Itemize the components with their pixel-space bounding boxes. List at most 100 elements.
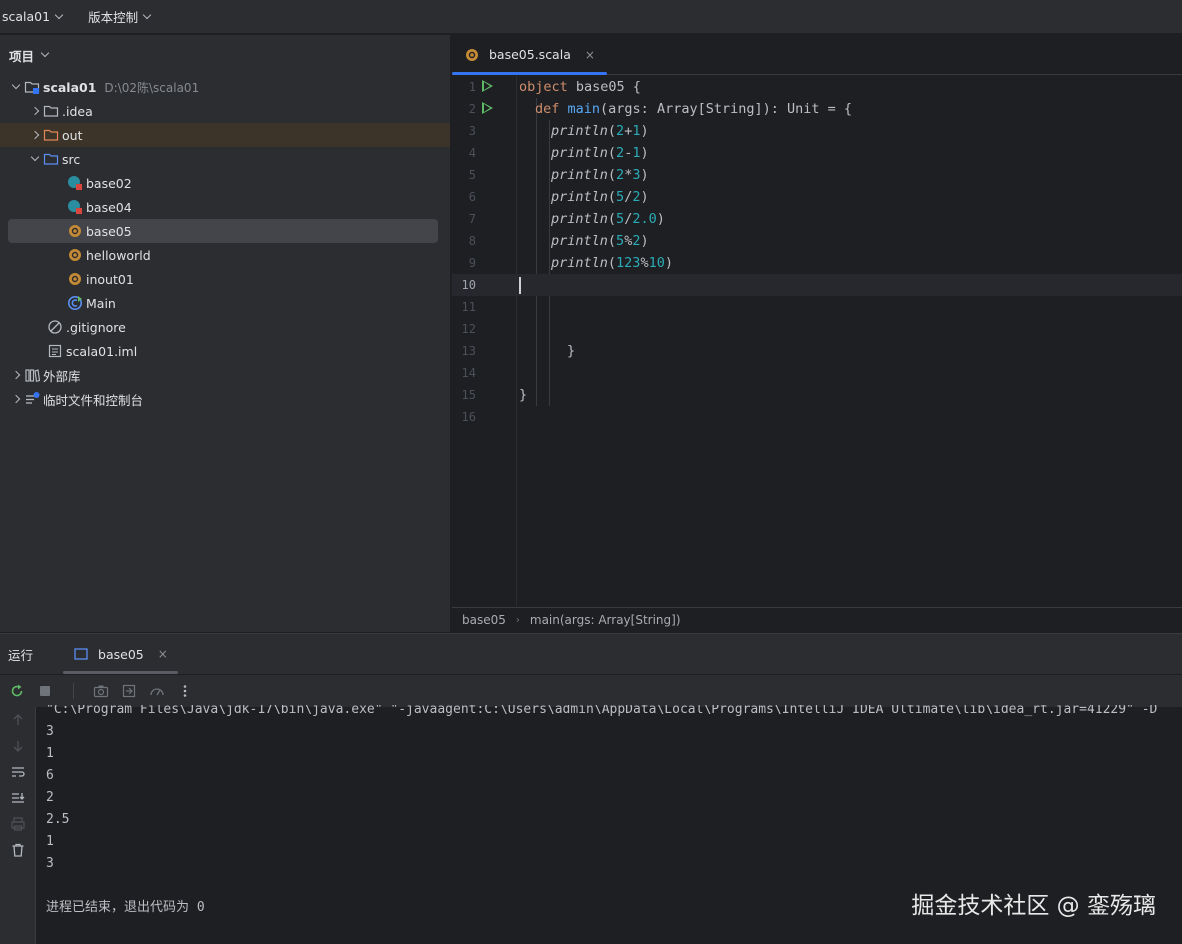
tree-label-scratches: 临时文件和控制台 — [43, 392, 144, 408]
console-line: 1 — [46, 834, 54, 849]
chevron-right-icon[interactable] — [8, 367, 24, 383]
vcs-menu-label: 版本控制 — [88, 10, 139, 25]
code-line: 14 — [452, 362, 1182, 384]
code-line: 2 def main(args: Array[String]): Unit = … — [452, 98, 1182, 120]
breadcrumb: base05 › main(args: Array[String]) — [452, 607, 1182, 632]
tree-node-src[interactable]: src — [0, 147, 450, 171]
chevron-down-icon — [54, 10, 64, 19]
editor-area: base05.scala × 1 object base05 { 2 def m… — [452, 35, 1182, 632]
run-toolbar — [0, 675, 1182, 707]
run-panel-title: 运行 — [8, 647, 34, 663]
code-text: println(2-1) — [551, 145, 649, 161]
restore-layout-icon[interactable] — [120, 682, 138, 700]
code-line: 1 object base05 { — [452, 76, 1182, 98]
java-class-runnable-icon — [67, 295, 83, 311]
console-line: 6 — [46, 768, 54, 783]
tree-node-iml[interactable]: scala01.iml — [0, 339, 450, 363]
vcs-menu[interactable]: 版本控制 — [86, 0, 160, 33]
code-text: println(2*3) — [551, 167, 649, 183]
chevron-right-icon[interactable] — [27, 103, 43, 119]
soft-wrap-icon[interactable] — [0, 759, 36, 785]
run-tab-label: base05 — [98, 646, 144, 662]
code-line: 9 println(123%10) — [452, 252, 1182, 274]
console-line: 3 — [46, 856, 54, 871]
code-line: 4 println(2-1) — [452, 142, 1182, 164]
tree-label-idea: .idea — [62, 103, 93, 119]
tree-node-base04[interactable]: base04 — [0, 195, 450, 219]
tree-node-helloworld[interactable]: helloworld — [0, 243, 450, 267]
chevron-right-icon[interactable] — [27, 127, 43, 143]
scroll-to-end-icon[interactable] — [0, 785, 36, 811]
scala-class-error-icon — [67, 175, 83, 191]
line-number: 13 — [461, 344, 476, 358]
camera-icon[interactable] — [92, 682, 110, 700]
scala-object-icon — [464, 47, 480, 63]
scroll-up-icon[interactable] — [0, 707, 36, 733]
console-command-line: "C:\Program Files\Java\jdk-17\bin\java.e… — [46, 705, 1158, 717]
more-options-icon[interactable] — [176, 682, 194, 700]
code-text: println(2+1) — [551, 123, 649, 139]
scroll-down-icon[interactable] — [0, 733, 36, 759]
line-number: 9 — [468, 256, 476, 270]
code-editor[interactable]: 1 object base05 { 2 def main(args: Array… — [452, 76, 1182, 606]
tree-node-external-libraries[interactable]: 外部库 — [0, 363, 450, 387]
scratches-icon — [24, 391, 40, 407]
chevron-right-icon[interactable] — [8, 391, 24, 407]
run-gutter-icon[interactable] — [482, 80, 493, 92]
tree-node-base05[interactable]: base05 — [8, 219, 438, 243]
chevron-down-icon[interactable] — [8, 79, 24, 95]
chevron-down-icon[interactable] — [27, 151, 43, 167]
run-gutter-icon[interactable] — [482, 102, 493, 114]
code-text: } — [519, 387, 528, 403]
run-tool-window: 运行 base05 × "C:\Program Files\Java\jdk-1… — [0, 633, 1182, 944]
tree-label-iml: scala01.iml — [66, 343, 138, 359]
tree-label-gitignore: .gitignore — [66, 319, 126, 335]
tree-node-out[interactable]: out — [0, 123, 450, 147]
line-number: 11 — [461, 300, 476, 314]
stop-icon[interactable] — [36, 682, 54, 700]
tree-label-file: helloworld — [86, 247, 151, 263]
scala-object-icon — [67, 271, 83, 287]
code-text: println(5%2) — [551, 233, 649, 249]
profiler-icon[interactable] — [148, 682, 166, 700]
project-panel-header[interactable]: 项目 — [0, 35, 450, 75]
tree-label-external-libraries: 外部库 — [43, 368, 81, 384]
line-number: 3 — [468, 124, 476, 138]
tree-node-main[interactable]: Main — [0, 291, 450, 315]
tree-node-root[interactable]: scala01 D:\02陈\scala01 — [0, 75, 450, 99]
folder-icon — [43, 103, 59, 119]
project-panel-title: 项目 — [9, 48, 35, 64]
line-number: 1 — [468, 80, 476, 94]
project-tool-window: 项目 scala01 D:\02陈\scala01 .idea out src … — [0, 35, 451, 632]
chevron-down-icon — [40, 48, 50, 58]
scala-object-icon — [67, 247, 83, 263]
tab-base05-scala[interactable]: base05.scala × — [452, 35, 607, 75]
console-line: 3 — [46, 724, 54, 739]
rerun-icon[interactable] — [8, 682, 26, 700]
tree-node-idea[interactable]: .idea — [0, 99, 450, 123]
line-number: 12 — [461, 322, 476, 336]
text-caret — [519, 277, 521, 294]
breadcrumb-item[interactable]: base05 — [462, 613, 506, 627]
tree-root-path: D:\02陈\scala01 — [104, 80, 200, 95]
console-side-toolbar — [0, 707, 36, 944]
print-icon[interactable] — [0, 811, 36, 837]
tree-node-gitignore[interactable]: .gitignore — [0, 315, 450, 339]
tree-node-inout01[interactable]: inout01 — [0, 267, 450, 291]
main-toolbar: scala01 版本控制 — [0, 0, 1182, 34]
close-icon[interactable]: × — [585, 48, 595, 62]
trash-icon[interactable] — [0, 837, 36, 863]
code-line: 15 } — [452, 384, 1182, 406]
run-tab-base05[interactable]: base05 × — [63, 634, 178, 674]
source-folder-icon — [43, 151, 59, 167]
code-text: def main(args: Array[String]): Unit = { — [535, 101, 853, 117]
close-icon[interactable]: × — [158, 647, 168, 661]
tree-node-scratches[interactable]: 临时文件和控制台 — [0, 387, 450, 411]
divider — [64, 682, 82, 700]
project-switcher[interactable]: scala01 — [0, 0, 72, 33]
tree-label-file: base02 — [86, 175, 132, 191]
line-number: 6 — [468, 190, 476, 204]
tree-node-base02[interactable]: base02 — [0, 171, 450, 195]
breadcrumb-item[interactable]: main(args: Array[String]) — [530, 613, 681, 627]
code-line: 7 println(5/2.0) — [452, 208, 1182, 230]
